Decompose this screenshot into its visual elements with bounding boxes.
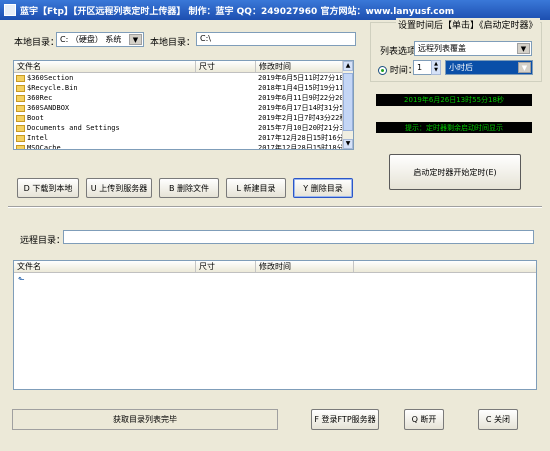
status-message: 获取目录列表完毕 [12,409,278,430]
folder-icon [16,114,25,122]
file-time-cell: 2019年6月5日11时27分18秒 [258,74,344,82]
file-name: MSOCache [27,144,61,150]
close-button[interactable]: C 关闭 [478,409,518,430]
table-row[interactable]: Documents and Settings 2015年7月10日20时21分38… [14,123,353,133]
local-file-list[interactable]: 文件名 尺寸 修改时间 $360Section 2019年6月5日11时27分18… [13,60,354,150]
file-time-cell: 2019年6月17日14时31分56秒 [258,104,344,112]
chevron-down-icon[interactable]: ▼ [517,43,530,54]
chevron-down-icon[interactable]: ▼ [129,34,142,45]
file-name: 360SANDBOX [27,104,70,112]
time-radio[interactable]: 时间： [378,63,417,76]
delete-file-button[interactable]: B 删除文件 [159,178,219,198]
time-unit-value: 小时后 [449,63,473,72]
file-name-cell: Documents and Settings [14,124,196,132]
app-icon [4,4,16,16]
file-name: Documents and Settings [27,124,120,132]
remote-file-list[interactable]: 文件名 尺寸 修改时间 ⬑ [13,260,537,390]
file-name-cell: 360Rec [14,94,196,102]
file-name: 360Rec [27,94,53,102]
column-header-time[interactable]: 修改时间 [256,261,354,272]
countdown-hint: 提示：定时器剩余启动时间显示 [376,122,532,133]
column-header-name[interactable]: 文件名 [14,61,196,72]
path-label: 本地目录： [150,38,196,48]
file-time-cell: 2017年12月28日15时18分 [258,144,344,150]
upload-button[interactable]: U 上传到服务器 [86,178,152,198]
table-row[interactable]: $Recycle.Bin 2018年1月4日15时19分11秒 [14,83,353,93]
drive-select-value: C: （硬盘） 系统 [60,35,122,44]
new-directory-button[interactable]: L 新建目录 [226,178,286,198]
remote-list-header: 文件名 尺寸 修改时间 [14,261,536,273]
drive-label: 本地目录： [14,38,60,48]
folder-icon [16,84,25,92]
folder-icon [16,104,25,112]
table-row[interactable]: Intel 2017年12月28日15时16分 [14,133,353,143]
folder-icon [16,94,25,102]
disconnect-button[interactable]: Q 断开 [404,409,444,430]
file-name: $Recycle.Bin [27,84,78,92]
column-header-size[interactable]: 尺寸 [196,261,256,272]
timer-group-title: 设置时间后【单击】《启动定时器》 [396,18,540,31]
download-button[interactable]: D 下载到本地 [17,178,79,198]
scroll-down-icon[interactable]: ▼ [343,139,353,149]
folder-icon [16,134,25,142]
scroll-up-icon[interactable]: ▲ [343,61,353,71]
table-row[interactable]: 360SANDBOX 2019年6月17日14时31分56秒 [14,103,353,113]
file-name-cell: $360Section [14,74,196,82]
list-option-select[interactable]: 远程列表覆盖 ▼ [414,41,532,56]
login-ftp-button[interactable]: F 登录FTP服务器 [311,409,379,430]
remote-path-input[interactable] [63,230,534,244]
file-name-cell: 360SANDBOX [14,104,196,112]
start-timer-button[interactable]: 启动定时器开始定时(E) [389,154,521,190]
window-title: 蓝宇【Ftp】【开区远程列表定时上传器】 制作：蓝宇 QQ：249027960 … [20,6,455,17]
table-row[interactable]: 360Rec 2019年6月11日9时22分20秒 [14,93,353,103]
clock-display: 2019年6月26日13时55分18秒 [376,94,532,106]
list-option-label: 列表选项 [380,47,417,57]
folder-icon [16,74,25,82]
file-time-cell: 2019年2月1日7时43分22秒 [258,114,344,122]
local-path-input[interactable]: C:\ [196,32,356,46]
column-header-name[interactable]: 文件名 [14,261,196,272]
local-list-scrollbar[interactable]: ▲ ▼ [342,61,353,149]
folder-icon [16,144,25,149]
folder-icon [16,124,25,132]
file-name: Intel [27,134,49,142]
file-time-cell: 2015年7月10日20时21分38秒 [258,124,344,132]
file-time-cell: 2019年6月11日9时22分20秒 [258,94,344,102]
table-row[interactable]: Boot 2019年2月1日7时43分22秒 [14,113,353,123]
title-bar[interactable]: 蓝宇【Ftp】【开区远程列表定时上传器】 制作：蓝宇 QQ：249027960 … [0,0,550,20]
table-row[interactable]: $360Section 2019年6月5日11时27分18秒 [14,73,353,83]
chevron-down-icon[interactable]: ▼ [518,62,531,73]
remote-path-label: 远程目录： [20,236,66,246]
file-name-cell: MSOCache [14,144,196,150]
file-name-cell: $Recycle.Bin [14,84,196,92]
file-name-cell: Intel [14,134,196,142]
table-row[interactable]: MSOCache 2017年12月28日15时18分 [14,143,353,150]
local-list-header: 文件名 尺寸 修改时间 [14,61,353,73]
time-unit-select[interactable]: 小时后 ▼ [445,60,533,75]
list-option-value: 远程列表覆盖 [418,44,466,53]
delete-directory-button[interactable]: Y 删除目录 [293,178,353,198]
scroll-thumb[interactable] [343,73,353,131]
divider [8,206,542,208]
file-name-cell: Boot [14,114,196,122]
file-time-cell: 2017年12月28日15时16分 [258,134,344,142]
radio-selected-icon[interactable] [378,66,387,75]
parent-directory-icon[interactable]: ⬑ [14,273,536,286]
drive-select[interactable]: C: （硬盘） 系统 ▼ [56,32,144,47]
time-spinner[interactable]: ▲ ▼ [431,60,441,75]
file-name: $360Section [27,74,74,82]
column-header-time[interactable]: 修改时间 [256,61,344,72]
column-header-size[interactable]: 尺寸 [196,61,256,72]
file-name: Boot [27,114,44,122]
file-time-cell: 2018年1月4日15时19分11秒 [258,84,344,92]
